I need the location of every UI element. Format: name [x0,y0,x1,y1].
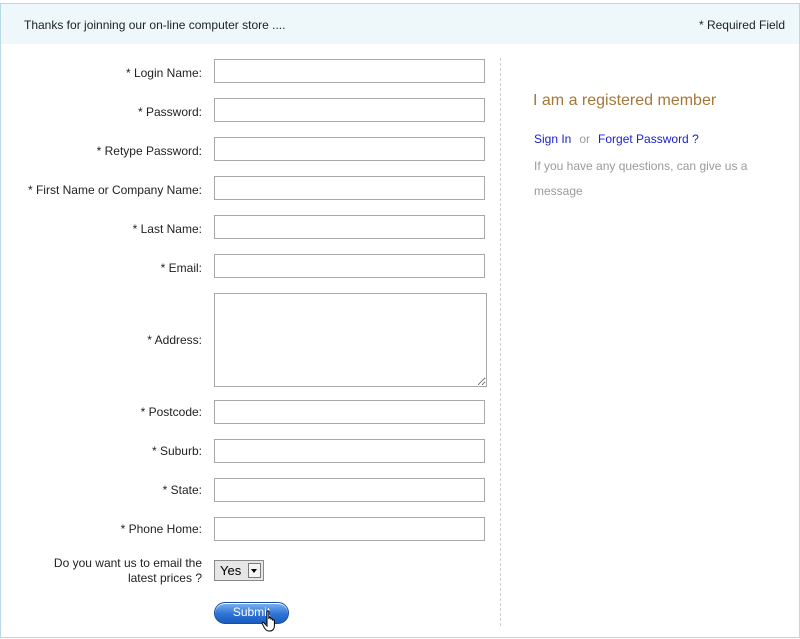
or-text: or [579,132,591,146]
member-links: Sign In or Forget Password ? [534,132,699,146]
password-input[interactable] [214,98,485,122]
welcome-text: Thanks for joinning our on-line computer… [24,18,286,32]
suburb-input[interactable] [214,439,485,463]
first-name-input[interactable] [214,176,485,200]
contact-message: If you have any questions, can give us a… [534,159,748,198]
email-input[interactable] [214,254,485,278]
retype-password-input[interactable] [214,137,485,161]
suburb-label: * Suburb: [151,444,202,458]
postcode-label: * Postcode: [140,405,202,419]
state-input[interactable] [214,478,485,502]
phone-home-label: * Phone Home: [120,522,202,536]
address-textarea[interactable] [214,293,487,387]
hand-cursor-icon [261,610,275,632]
login-name-label: * Login Name: [125,66,202,80]
first-name-label: * First Name or Company Name: [27,183,202,197]
email-label: * Email: [160,261,202,275]
state-label: * State: [162,483,202,497]
postcode-input[interactable] [214,400,485,424]
column-divider [500,58,501,626]
retype-password-label: * Retype Password: [96,144,202,158]
forget-password-link[interactable]: Forget Password ? [598,132,699,146]
email-prices-select[interactable]: Yes [214,560,264,581]
address-label: * Address: [147,333,202,347]
password-label: * Password: [137,105,202,119]
email-prices-label-line1: Do you want us to email the [53,556,202,570]
last-name-label: * Last Name: [132,222,202,236]
email-prices-selected-value: Yes [220,563,242,578]
phone-home-input[interactable] [214,517,485,541]
required-field-note: * Required Field [698,18,785,32]
last-name-input[interactable] [214,215,485,239]
email-prices-label-line2: latest prices ? [127,571,202,585]
sign-in-link[interactable]: Sign In [534,132,571,146]
email-prices-label: Do you want us to email the latest price… [2,556,202,586]
login-name-input[interactable] [214,59,485,83]
registered-member-title: I am a registered member [533,92,717,109]
dropdown-arrow-icon[interactable] [248,563,261,578]
